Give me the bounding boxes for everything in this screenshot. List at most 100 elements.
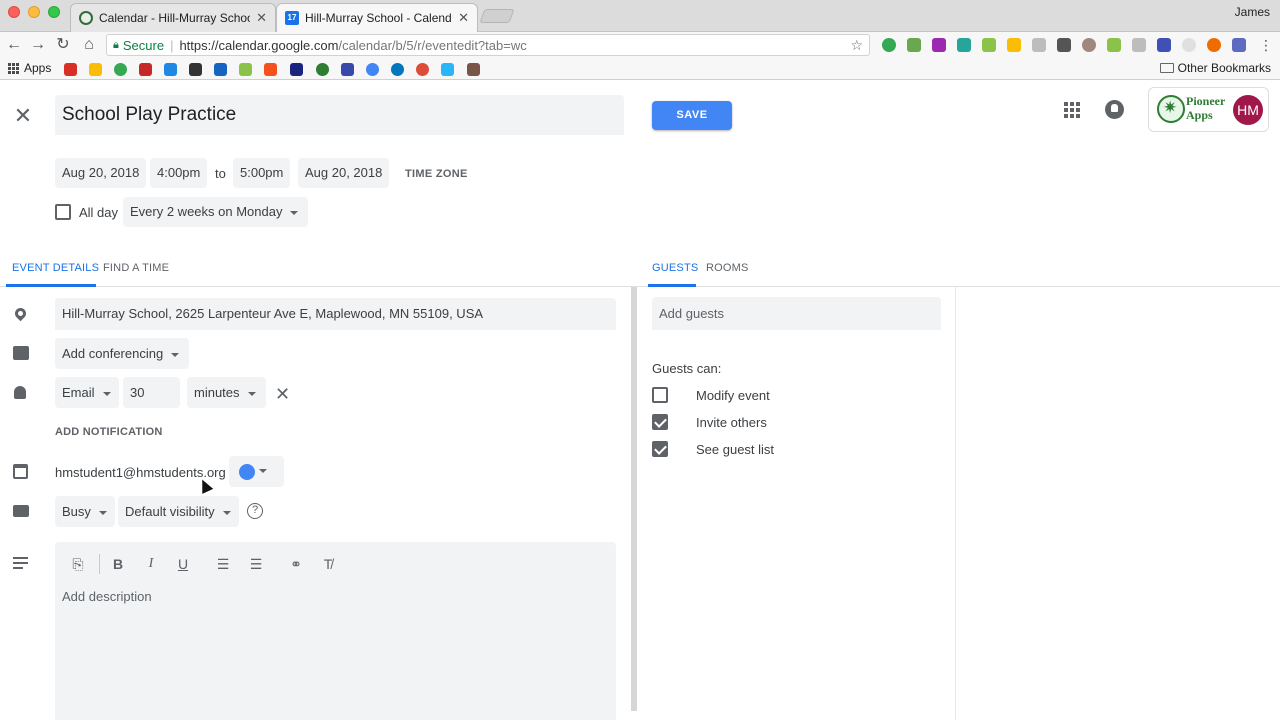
extension-icon[interactable] — [957, 38, 971, 52]
notification-amount-input[interactable]: 30 — [123, 377, 180, 408]
bookmark-icon[interactable] — [189, 63, 202, 76]
extension-icon[interactable] — [1157, 38, 1171, 52]
bookmark-icon[interactable] — [316, 63, 329, 76]
invite-others-checkbox[interactable] — [652, 414, 668, 430]
remove-notification-icon[interactable]: ✕ — [275, 384, 290, 405]
extension-icon[interactable] — [1132, 38, 1146, 52]
save-button[interactable]: SAVE — [652, 101, 732, 130]
extension-icon[interactable] — [932, 38, 946, 52]
window-close-button[interactable] — [8, 6, 20, 18]
end-date-picker[interactable]: Aug 20, 2018 — [298, 158, 390, 188]
extension-icon[interactable] — [982, 38, 996, 52]
bookmark-icon[interactable] — [441, 63, 454, 76]
see-guest-list-checkbox[interactable] — [652, 441, 668, 457]
attachment-icon[interactable]: ⎘ — [69, 555, 87, 573]
tab-guests[interactable]: GUESTS — [652, 262, 698, 274]
add-conferencing-dropdown[interactable]: Add conferencing — [55, 338, 190, 369]
notification-unit-value: minutes — [194, 385, 240, 400]
bookmark-icon[interactable] — [264, 63, 277, 76]
address-bar[interactable]: 🔒︎ Secure | https://calendar.google.com /… — [106, 34, 870, 56]
link-icon[interactable]: ⚭ — [287, 555, 305, 573]
extension-icon[interactable] — [1232, 38, 1246, 52]
drive-extension-icon[interactable] — [1007, 38, 1021, 52]
browser-tab-calendar[interactable]: Calendar - Hill-Murray School ✕ — [70, 3, 276, 32]
chevron-down-icon — [290, 210, 299, 215]
back-arrow-icon[interactable]: ← — [4, 35, 24, 55]
close-icon[interactable]: ✕ — [12, 105, 34, 127]
tab-find-a-time[interactable]: FIND A TIME — [103, 262, 169, 274]
all-day-checkbox[interactable] — [55, 204, 71, 220]
time-zone-button[interactable]: TIME ZONE — [405, 168, 468, 180]
end-time-picker[interactable]: 5:00pm — [233, 158, 291, 188]
start-time-picker[interactable]: 4:00pm — [150, 158, 208, 188]
bookmark-star-icon[interactable]: ☆ — [850, 37, 863, 54]
numbered-list-icon[interactable]: ☰ — [214, 555, 232, 573]
bookmark-icon[interactable] — [164, 63, 177, 76]
browser-toolbar: ← → ↻ ⌂ 🔒︎ Secure | https://calendar.goo… — [0, 32, 1280, 58]
visibility-dropdown[interactable]: Default visibility — [118, 496, 239, 527]
drive-bookmark-icon[interactable] — [89, 63, 102, 76]
browser-tab-active[interactable]: 17 Hill-Murray School - Calendar ✕ — [276, 3, 478, 32]
notification-unit-dropdown[interactable]: minutes — [187, 377, 266, 408]
extension-icon[interactable] — [1082, 38, 1096, 52]
extension-icon[interactable] — [1032, 38, 1046, 52]
bookmark-icon[interactable] — [239, 63, 252, 76]
other-bookmarks[interactable]: Other Bookmarks — [1159, 61, 1271, 75]
underline-icon[interactable]: U — [174, 555, 192, 573]
add-notification-button[interactable]: ADD NOTIFICATION — [55, 426, 163, 438]
tab-close-icon[interactable]: ✕ — [256, 10, 267, 26]
italic-icon[interactable]: I — [142, 555, 160, 573]
bookmark-icon[interactable] — [416, 63, 429, 76]
extension-icon[interactable] — [1207, 38, 1221, 52]
extension-icon[interactable] — [907, 38, 921, 52]
event-title-input[interactable]: School Play Practice — [55, 95, 624, 135]
tab-event-details[interactable]: EVENT DETAILS — [12, 262, 99, 274]
bookmark-icon[interactable] — [341, 63, 354, 76]
bookmark-icon[interactable] — [467, 63, 480, 76]
bookmark-icon[interactable] — [290, 63, 303, 76]
reload-icon[interactable]: ↻ — [53, 35, 73, 55]
extension-icon[interactable] — [882, 38, 896, 52]
bulleted-list-icon[interactable]: ☰ — [247, 555, 265, 573]
bookmark-icon[interactable] — [139, 63, 152, 76]
bookmark-icon[interactable] — [114, 63, 127, 76]
location-input[interactable]: Hill-Murray School, 2625 Larpenteur Ave … — [55, 298, 616, 330]
extension-icon[interactable] — [1182, 38, 1196, 52]
start-date-picker[interactable]: Aug 20, 2018 — [55, 158, 147, 188]
notification-type-dropdown[interactable]: Email — [55, 377, 119, 408]
remove-formatting-icon[interactable]: T̸ — [319, 555, 337, 573]
google-bookmark-icon[interactable] — [366, 63, 379, 76]
event-color-dropdown[interactable] — [229, 456, 284, 487]
extension-icon[interactable] — [1057, 38, 1071, 52]
avatar[interactable]: HM — [1233, 95, 1263, 125]
bookmark-apps[interactable]: Apps — [8, 61, 51, 75]
google-apps-icon[interactable] — [1064, 102, 1080, 118]
modify-event-checkbox[interactable] — [652, 387, 668, 403]
new-tab-button[interactable] — [479, 9, 515, 23]
notifications-bell-icon[interactable] — [1105, 100, 1124, 119]
pioneer-apps-logo-text: Pioneer Apps — [1186, 94, 1225, 122]
add-guests-input[interactable]: Add guests — [652, 297, 941, 330]
help-icon[interactable]: ? — [247, 503, 263, 519]
gmail-bookmark-icon[interactable] — [64, 63, 77, 76]
invite-others-label: Invite others — [696, 415, 767, 430]
panel-scrollbar[interactable] — [631, 287, 637, 711]
browser-tab-bar: Calendar - Hill-Murray School ✕ 17 Hill-… — [0, 0, 1280, 32]
recurrence-dropdown[interactable]: Every 2 weeks on Monday — [123, 197, 309, 227]
account-switcher[interactable]: Pioneer Apps HM — [1148, 87, 1269, 132]
window-minimize-button[interactable] — [28, 6, 40, 18]
tab-rooms[interactable]: ROOMS — [706, 262, 749, 274]
tab-close-icon[interactable]: ✕ — [458, 10, 469, 26]
home-icon[interactable]: ⌂ — [79, 35, 99, 55]
window-zoom-button[interactable] — [48, 6, 60, 18]
bold-icon[interactable]: B — [109, 555, 127, 573]
availability-dropdown[interactable]: Busy — [55, 496, 115, 527]
extension-icon[interactable] — [1107, 38, 1121, 52]
browser-menu-icon[interactable]: ⋮ — [1256, 35, 1276, 55]
bookmark-icon[interactable] — [214, 63, 227, 76]
event-edit-page: ✕ School Play Practice SAVE Pioneer Apps… — [0, 81, 1280, 720]
browser-profile-name[interactable]: James — [1235, 5, 1270, 19]
forward-arrow-icon[interactable]: → — [28, 35, 48, 55]
description-editor[interactable]: ⎘ B I U ☰ ☰ ⚭ T̸ Add description — [55, 542, 616, 720]
bookmark-icon[interactable] — [391, 63, 404, 76]
